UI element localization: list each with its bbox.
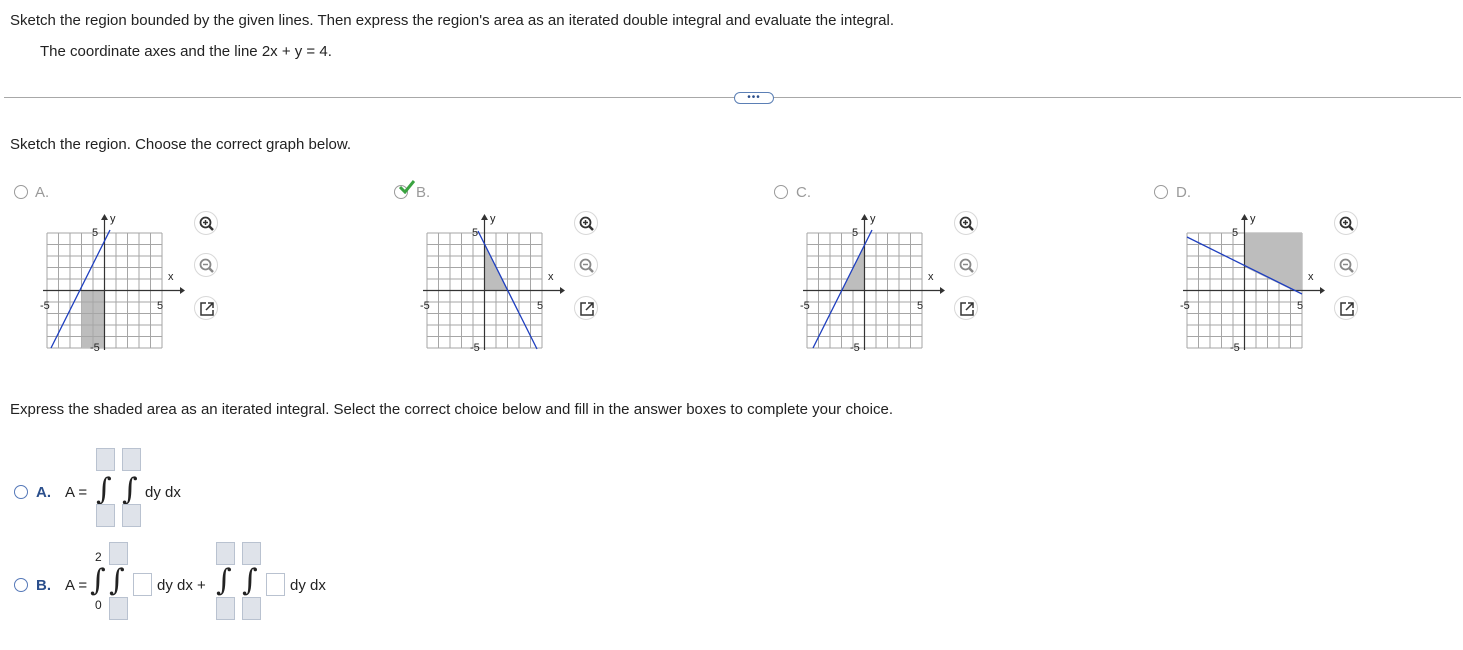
y-label: y <box>110 213 116 225</box>
svg-text:-5: -5 <box>850 342 860 354</box>
choice-a-label[interactable]: A. <box>36 484 51 501</box>
graph-a: y x 5 5 -5 -5 <box>40 213 185 354</box>
inner-upper-limit-input-2[interactable] <box>242 542 261 565</box>
option-d-label[interactable]: D. <box>1176 184 1191 201</box>
graph-b: y x 5 5 -5 -5 <box>420 213 565 354</box>
part2-prompt: Express the shaded area as an iterated i… <box>10 401 893 418</box>
svg-text:5: 5 <box>852 227 858 239</box>
outer-upper-limit-input[interactable] <box>96 448 115 471</box>
tick-5-y: 5 <box>92 227 98 239</box>
integral-sign-inner: ∫ <box>109 563 125 598</box>
svg-text:y: y <box>870 213 876 225</box>
zoom-in-icon[interactable] <box>194 211 218 235</box>
svg-text:-5: -5 <box>1230 342 1240 354</box>
choice-a-radio[interactable] <box>14 485 28 499</box>
outer-lower-limit-value: 0 <box>95 598 102 612</box>
svg-text:-5: -5 <box>420 300 430 312</box>
option-b-label[interactable]: B. <box>416 184 430 201</box>
outer-upper-limit-value: 2 <box>95 550 102 564</box>
choice-a-differential: dy dx <box>145 484 181 501</box>
zoom-in-icon[interactable] <box>1334 211 1358 235</box>
svg-text:-5: -5 <box>470 342 480 354</box>
choice-b-differential-2: dy dx <box>290 577 326 594</box>
inner-upper-limit-input[interactable] <box>109 542 128 565</box>
svg-text:x: x <box>548 271 554 283</box>
zoom-in-icon[interactable] <box>954 211 978 235</box>
zoom-out-icon[interactable] <box>574 253 598 277</box>
instruction-text: Sketch the region bounded by the given l… <box>10 12 895 29</box>
popout-icon[interactable] <box>1334 296 1358 320</box>
svg-text:x: x <box>928 271 934 283</box>
svg-text:5: 5 <box>472 227 478 239</box>
x-label: x <box>168 271 174 283</box>
given-text: The coordinate axes and the line 2x + y … <box>40 43 332 60</box>
shaded-region <box>1244 233 1302 291</box>
divider <box>4 97 1461 98</box>
option-c-label[interactable]: C. <box>796 184 811 201</box>
option-c-radio[interactable] <box>774 185 788 199</box>
graph-c: y x 5 5 -5 -5 <box>800 213 945 354</box>
integrand-input-1[interactable] <box>133 573 152 596</box>
zoom-in-icon[interactable] <box>574 211 598 235</box>
inner-lower-limit-input-2[interactable] <box>242 597 261 620</box>
svg-text:5: 5 <box>1297 300 1303 312</box>
popout-icon[interactable] <box>954 296 978 320</box>
integral-sign-outer: ∫ <box>96 472 112 507</box>
integrand-input-2[interactable] <box>266 573 285 596</box>
zoom-out-icon[interactable] <box>194 253 218 277</box>
choice-b-radio[interactable] <box>14 578 28 592</box>
popout-icon[interactable] <box>194 296 218 320</box>
graph-d: y x 5 5 -5 -5 <box>1180 213 1325 354</box>
integral-sign-outer: ∫ <box>90 563 106 598</box>
svg-text:y: y <box>1250 213 1256 225</box>
outer-lower-limit-input-2[interactable] <box>216 597 235 620</box>
option-d-radio[interactable] <box>1154 185 1168 199</box>
choice-a-lhs: A = <box>65 484 88 501</box>
integral-sign-inner-2: ∫ <box>242 563 258 598</box>
tick-5-x: 5 <box>157 300 163 312</box>
part1-prompt: Sketch the region. Choose the correct gr… <box>10 136 352 153</box>
tick-neg5-x: -5 <box>40 300 50 312</box>
integral-sign-outer-2: ∫ <box>216 563 232 598</box>
choice-b-lhs: A = <box>65 577 88 594</box>
svg-text:y: y <box>490 213 496 225</box>
inner-lower-limit-input[interactable] <box>109 597 128 620</box>
svg-text:x: x <box>1308 271 1314 283</box>
popout-icon[interactable] <box>574 296 598 320</box>
svg-text:5: 5 <box>1232 227 1238 239</box>
svg-text:-5: -5 <box>800 300 810 312</box>
zoom-out-icon[interactable] <box>954 253 978 277</box>
svg-text:-5: -5 <box>1180 300 1190 312</box>
integral-sign-inner: ∫ <box>122 472 138 507</box>
tick-neg5-y: -5 <box>90 342 100 354</box>
outer-upper-limit-input-2[interactable] <box>216 542 235 565</box>
y-axis-arrow <box>101 214 108 220</box>
svg-text:5: 5 <box>917 300 923 312</box>
x-axis-arrow <box>180 287 185 294</box>
svg-text:5: 5 <box>537 300 543 312</box>
choice-b-differential-1: dy dx + <box>157 577 206 594</box>
inner-lower-limit-input[interactable] <box>122 504 141 527</box>
choice-b-label[interactable]: B. <box>36 577 51 594</box>
zoom-out-icon[interactable] <box>1334 253 1358 277</box>
option-a-label[interactable]: A. <box>35 184 49 201</box>
more-button[interactable]: ••• <box>734 92 774 104</box>
inner-upper-limit-input[interactable] <box>122 448 141 471</box>
option-a-radio[interactable] <box>14 185 28 199</box>
checkmark-icon <box>399 180 415 194</box>
outer-lower-limit-input[interactable] <box>96 504 115 527</box>
